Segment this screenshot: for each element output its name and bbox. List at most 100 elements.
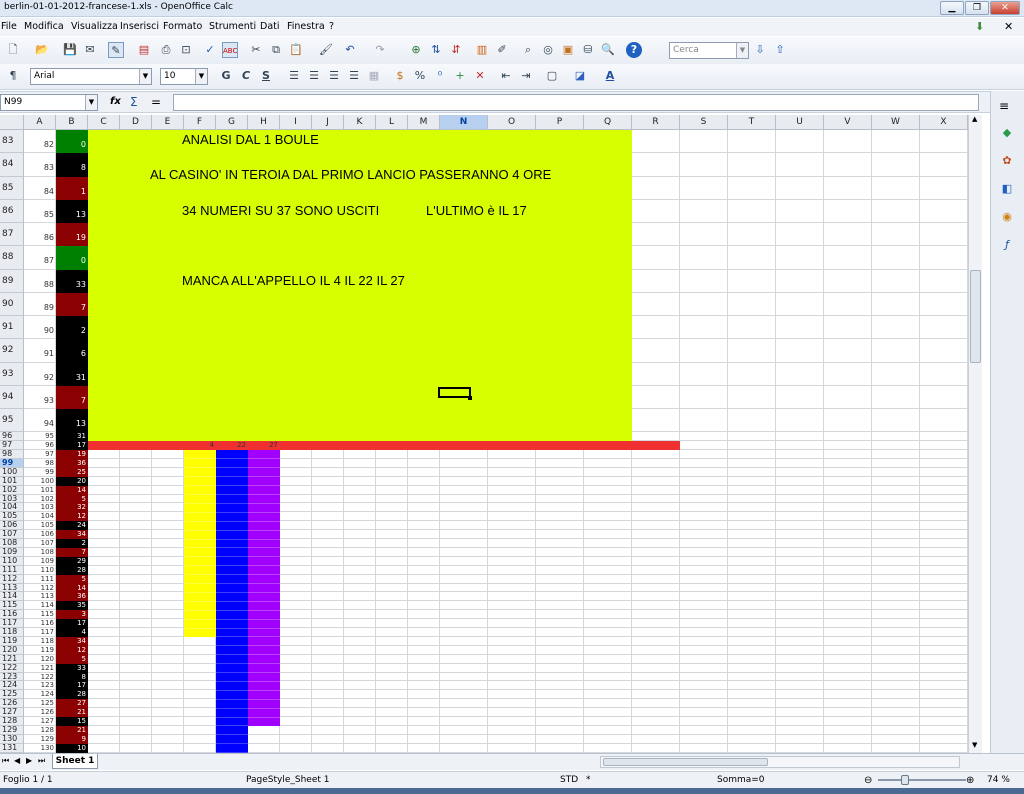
function-icon[interactable]: = — [151, 95, 161, 109]
row-header-92[interactable]: 92 — [0, 339, 24, 363]
draw-icon[interactable]: ✐ — [494, 42, 510, 58]
align-right-icon[interactable]: ☰ — [326, 68, 342, 84]
menu-inserisci[interactable]: Inserisci — [120, 21, 159, 32]
font-size-select[interactable]: 10 ▼ — [160, 68, 208, 85]
find-next-icon[interactable]: ⇩ — [752, 42, 768, 58]
open-icon[interactable]: 📂 — [34, 42, 50, 58]
column-header-b[interactable]: B — [56, 115, 88, 130]
menu-visualizza[interactable]: Visualizza — [71, 21, 118, 32]
column-header-w[interactable]: W — [872, 115, 920, 130]
row-header-94[interactable]: 94 — [0, 385, 24, 409]
email-icon[interactable]: ✉ — [82, 42, 98, 58]
vertical-scrollbar[interactable]: ▲ ▼ — [968, 115, 982, 753]
menu-help[interactable]: ? — [329, 21, 334, 32]
new-icon[interactable]: 🗋 — [5, 42, 21, 58]
row-header-89[interactable]: 89 — [0, 269, 24, 293]
zoom-in-icon[interactable]: ⊕ — [966, 775, 974, 786]
column-header-e[interactable]: E — [152, 115, 184, 130]
restore-button[interactable]: ❐ — [965, 1, 989, 15]
column-header-o[interactable]: O — [488, 115, 536, 130]
last-sheet-icon[interactable]: ⏭ — [38, 756, 45, 766]
properties-icon[interactable]: ◆ — [999, 125, 1015, 141]
borders-icon[interactable]: ▢ — [544, 68, 560, 84]
copy-icon[interactable]: ⧉ — [268, 42, 284, 58]
sort-desc-icon[interactable]: ⇵ — [448, 42, 464, 58]
sort-asc-icon[interactable]: ⇅ — [428, 42, 444, 58]
find-prev-icon[interactable]: ⇧ — [772, 42, 788, 58]
autospell-icon[interactable]: ABC — [222, 42, 238, 58]
gallery-icon[interactable]: ▣ — [560, 42, 576, 58]
save-icon[interactable]: 💾 — [62, 42, 78, 58]
menu-finestra[interactable]: Finestra — [287, 21, 325, 32]
spreadsheet-grid[interactable]: ABCDEFGHIJKLMNOPQRSTUVWX 83 84 85 86 87 88 89 9… — [0, 115, 968, 753]
row-header-83[interactable]: 83 — [0, 130, 24, 154]
update-icon[interactable]: ⬇ — [975, 20, 984, 33]
close-button[interactable]: ✕ — [990, 1, 1020, 15]
menu-formato[interactable]: Formato — [163, 21, 202, 32]
column-header-n[interactable]: N — [440, 115, 488, 130]
functions-sidebar-icon[interactable]: ƒ — [999, 237, 1015, 253]
font-name-select[interactable]: Arial ▼ — [30, 68, 152, 85]
vertical-scroll-thumb[interactable] — [970, 270, 981, 363]
row-header-87[interactable]: 87 — [0, 223, 24, 247]
menu-strumenti[interactable]: Strumenti — [209, 21, 256, 32]
underline-button[interactable]: S — [258, 68, 274, 84]
italic-button[interactable]: C — [238, 68, 254, 84]
selected-cell-cursor[interactable] — [438, 387, 471, 398]
zoom-icon[interactable]: 🔍 — [600, 42, 616, 58]
column-header-t[interactable]: T — [728, 115, 776, 130]
row-header-95[interactable]: 95 — [0, 409, 24, 433]
column-header-c[interactable]: C — [88, 115, 120, 130]
column-header-f[interactable]: F — [184, 115, 216, 130]
column-header-x[interactable]: X — [920, 115, 968, 130]
find-replace-icon[interactable]: ⌕ — [520, 42, 536, 58]
first-sheet-icon[interactable]: ⏮ — [2, 756, 9, 766]
merge-cells-icon[interactable]: ▦ — [366, 68, 382, 84]
zoom-slider[interactable] — [878, 779, 966, 781]
column-header-q[interactable]: Q — [584, 115, 632, 130]
search-input[interactable]: Cerca ▼ — [669, 42, 749, 59]
percent-icon[interactable]: % — [412, 68, 428, 84]
font-color-icon[interactable]: A — [602, 68, 618, 84]
add-decimal-icon[interactable]: + — [452, 68, 468, 84]
close-doc-icon[interactable]: ✕ — [1004, 20, 1013, 33]
paste-icon[interactable]: 📋 — [288, 42, 304, 58]
zoom-out-icon[interactable]: ⊖ — [864, 775, 872, 786]
bold-button[interactable]: G — [218, 68, 234, 84]
minimize-button[interactable]: ▁ — [940, 1, 964, 15]
navigator-sidebar-icon[interactable]: ◉ — [999, 209, 1015, 225]
column-header-s[interactable]: S — [680, 115, 728, 130]
column-header-j[interactable]: J — [312, 115, 344, 130]
column-header-k[interactable]: K — [344, 115, 376, 130]
menu-file[interactable]: File — [1, 21, 17, 32]
column-header-u[interactable]: U — [776, 115, 824, 130]
number-format-icon[interactable]: ⁰ — [432, 68, 448, 84]
redo-icon[interactable]: ↷ — [372, 42, 388, 58]
row-header-90[interactable]: 90 — [0, 292, 24, 316]
print-icon[interactable]: ⎙ — [158, 42, 174, 58]
align-left-icon[interactable]: ☰ — [286, 68, 302, 84]
zoom-slider-handle[interactable] — [901, 775, 909, 785]
column-header-l[interactable]: L — [376, 115, 408, 130]
decrease-indent-icon[interactable]: ⇤ — [498, 68, 514, 84]
export-pdf-icon[interactable]: ▤ — [136, 42, 152, 58]
row-header-86[interactable]: 86 — [0, 199, 24, 223]
delete-decimal-icon[interactable]: ✕ — [472, 68, 488, 84]
background-color-icon[interactable]: ◪ — [572, 68, 588, 84]
formula-input[interactable] — [173, 94, 979, 111]
column-header-h[interactable]: H — [248, 115, 280, 130]
justify-icon[interactable]: ☰ — [346, 68, 362, 84]
hyperlink-icon[interactable]: ⊕ — [408, 42, 424, 58]
cut-icon[interactable]: ✂ — [248, 42, 264, 58]
chart-icon[interactable]: ▥ — [474, 42, 490, 58]
column-header-p[interactable]: P — [536, 115, 584, 130]
sum-icon[interactable]: Σ — [130, 95, 138, 109]
column-header-m[interactable]: M — [408, 115, 440, 130]
align-center-icon[interactable]: ☰ — [306, 68, 322, 84]
menu-dati[interactable]: Dati — [260, 21, 280, 32]
scroll-down-icon[interactable]: ▼ — [972, 741, 977, 749]
increase-indent-icon[interactable]: ⇥ — [518, 68, 534, 84]
column-header-r[interactable]: R — [632, 115, 680, 130]
sheet-tab-1[interactable]: Sheet 1 — [52, 754, 98, 769]
format-paintbrush-icon[interactable]: 🖌 — [318, 42, 334, 58]
